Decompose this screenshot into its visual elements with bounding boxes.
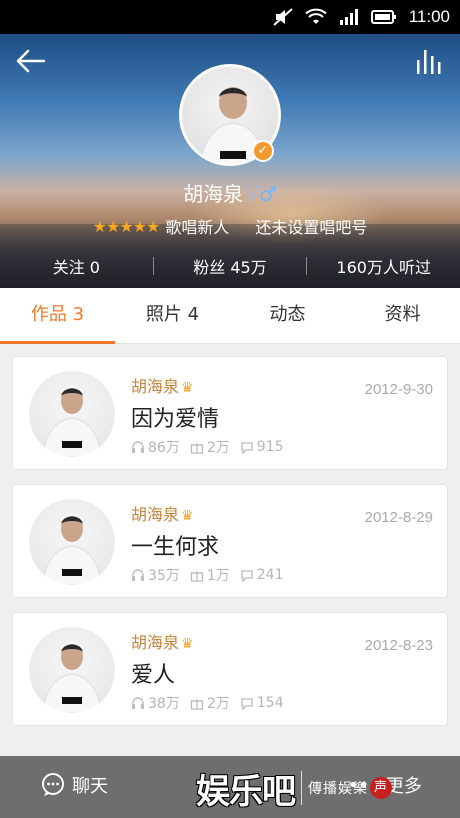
post-date: 2012-8-23 <box>364 637 433 654</box>
user-name: 胡海泉 <box>183 182 244 206</box>
chat-label: 聊天 <box>72 776 108 797</box>
profile-stats: 关注 0 粉丝 45万 160万人听过 <box>0 244 460 288</box>
tab-profile-info[interactable]: 资料 <box>345 288 460 343</box>
headphones-icon <box>132 569 144 581</box>
chat-bubble-icon <box>42 773 64 796</box>
gift-count: 1万 <box>206 568 230 584</box>
tab-works[interactable]: 作品 3 <box>0 288 115 344</box>
signal-icon <box>339 9 358 25</box>
followers-count[interactable]: 粉丝 45万 <box>154 254 307 278</box>
avatar <box>29 499 115 585</box>
song-title: 爱人 <box>131 663 176 688</box>
profile-tabs: 作品 3 照片 4 动态 资料 <box>0 288 460 344</box>
listen-count: 38万 <box>148 696 180 712</box>
seal-icon: 声 <box>370 777 392 799</box>
headphones-icon <box>132 441 144 453</box>
author-name[interactable]: 胡海泉 ♛ <box>131 501 194 525</box>
listen-count: 35万 <box>148 568 180 584</box>
song-stats: 86万 2万 915 <box>131 437 283 457</box>
listeners-count: 160万人听过 <box>336 258 431 277</box>
tab-activity[interactable]: 动态 <box>230 288 345 343</box>
mute-icon <box>273 8 293 26</box>
song-title: 一生何求 <box>131 535 220 560</box>
gift-count: 2万 <box>206 440 230 456</box>
comment-icon <box>241 570 253 582</box>
watermark-tagline: 傳播娱樂声 <box>308 777 392 799</box>
battery-icon <box>370 10 396 24</box>
watermark-brand: 娱乐吧 <box>196 771 296 812</box>
gift-icon <box>190 699 203 710</box>
clock: 11:00 <box>408 7 450 26</box>
status-bar: 11:00 <box>0 0 460 34</box>
wifi-icon <box>305 8 327 24</box>
following-count[interactable]: 关注 0 <box>0 254 153 278</box>
verified-badge-icon: ✓ <box>252 140 274 162</box>
post-date: 2012-8-29 <box>364 509 433 526</box>
author-name[interactable]: 胡海泉 ♛ <box>131 629 194 653</box>
list-item[interactable]: 胡海泉 ♛ 2012-8-29 一生何求 35万 1万 241 <box>12 484 448 598</box>
crown-icon: ♛ <box>181 636 194 652</box>
comment-count: 915 <box>256 439 284 455</box>
song-stats: 35万 1万 241 <box>131 565 283 585</box>
listen-count: 86万 <box>148 440 180 456</box>
profile-header: ✓ 胡海泉 V♂ ★★★★★ 歌唱新人 还未设置唱吧号 关注 0 粉丝 45万 1… <box>0 34 460 288</box>
back-arrow-icon[interactable] <box>14 46 48 76</box>
crown-icon: ♛ <box>181 380 194 396</box>
profile-name: 胡海泉 V♂ <box>0 178 460 207</box>
avatar <box>29 371 115 457</box>
list-item[interactable]: 胡海泉 ♛ 2012-8-23 爱人 38万 2万 154 <box>12 612 448 726</box>
gift-icon <box>190 443 203 454</box>
watermark: 娱乐吧 傳播娱樂声 <box>196 764 460 812</box>
comment-icon <box>241 698 253 710</box>
verified-v-icon: V <box>245 182 259 206</box>
rating-stars-icon: ★★★★★ <box>92 216 161 236</box>
chat-button[interactable]: 聊天 <box>40 772 108 798</box>
level-label: 歌唱新人 <box>165 218 230 237</box>
author-name[interactable]: 胡海泉 ♛ <box>131 373 194 397</box>
gift-count: 2万 <box>206 696 230 712</box>
crown-icon: ♛ <box>181 508 194 524</box>
singbar-id-label: 还未设置唱吧号 <box>255 218 368 237</box>
song-stats: 38万 2万 154 <box>131 693 283 713</box>
music-bars-icon[interactable] <box>414 44 444 76</box>
bottom-action-bar: 聊天 ••• 更多 娱乐吧 傳播娱樂声 <box>0 756 460 818</box>
male-icon: ♂ <box>258 182 277 206</box>
song-title: 因为爱情 <box>131 407 220 432</box>
headphones-icon <box>132 697 144 709</box>
post-date: 2012-9-30 <box>364 381 433 398</box>
tab-photos[interactable]: 照片 4 <box>115 288 230 343</box>
profile-subtitle: ★★★★★ 歌唱新人 还未设置唱吧号 <box>0 214 460 238</box>
gift-icon <box>190 571 203 582</box>
comment-count: 241 <box>256 567 284 583</box>
list-item[interactable]: 胡海泉 ♛ 2012-9-30 因为爱情 86万 2万 915 <box>12 356 448 470</box>
comment-count: 154 <box>256 695 284 711</box>
avatar <box>29 627 115 713</box>
comment-icon <box>241 442 253 454</box>
